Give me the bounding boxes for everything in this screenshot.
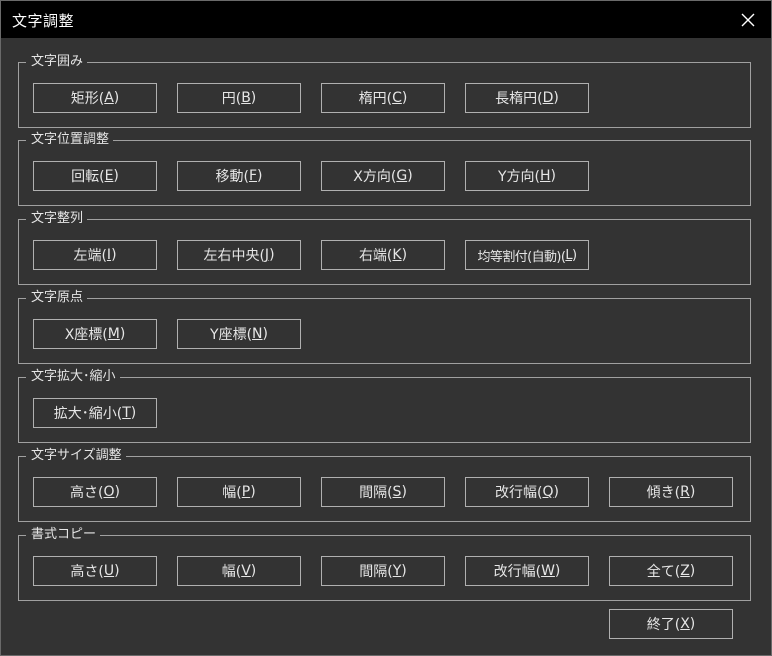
- title-bar: 文字調整: [1, 1, 771, 38]
- height-button[interactable]: 高さ(O): [33, 477, 157, 507]
- copy-all-button[interactable]: 全て(Z): [609, 556, 733, 586]
- dialog-window: 文字調整 文字囲み 矩形(A) 円(B) 楕円(C) 長楕円(D) 文字位置調整…: [0, 0, 772, 656]
- x-coordinate-button[interactable]: X座標(M): [33, 319, 157, 349]
- group-text-size: 文字サイズ調整 高さ(O) 幅(P) 間隔(S) 改行幅(Q) 傾き(R): [18, 448, 751, 522]
- align-right-button[interactable]: 右端(K): [321, 240, 445, 270]
- align-left-button[interactable]: 左端(I): [33, 240, 157, 270]
- group-text-position: 文字位置調整 回転(E) 移動(F) X方向(G) Y方向(H): [18, 132, 751, 206]
- group-format-copy: 書式コピー 高さ(U) 幅(V) 間隔(Y) 改行幅(W) 全て(Z): [18, 527, 751, 601]
- align-center-button[interactable]: 左右中央(J): [177, 240, 301, 270]
- copy-width-button[interactable]: 幅(V): [177, 556, 301, 586]
- group-label: 書式コピー: [26, 527, 101, 543]
- window-title: 文字調整: [12, 12, 75, 30]
- long-ellipse-button[interactable]: 長楕円(D): [465, 83, 589, 113]
- group-label: 文字サイズ調整: [26, 448, 126, 464]
- group-text-scale: 文字拡大･縮小 拡大･縮小(T): [18, 369, 751, 443]
- width-button[interactable]: 幅(P): [177, 477, 301, 507]
- copy-line-spacing-button[interactable]: 改行幅(W): [465, 556, 589, 586]
- y-direction-button[interactable]: Y方向(H): [465, 161, 589, 191]
- close-button[interactable]: [725, 1, 771, 38]
- rotate-button[interactable]: 回転(E): [33, 161, 157, 191]
- x-direction-button[interactable]: X方向(G): [321, 161, 445, 191]
- move-button[interactable]: 移動(F): [177, 161, 301, 191]
- group-label: 文字位置調整: [26, 132, 114, 148]
- spacing-button[interactable]: 間隔(S): [321, 477, 445, 507]
- group-text-origin: 文字原点 X座標(M) Y座標(N): [18, 290, 751, 364]
- copy-spacing-button[interactable]: 間隔(Y): [321, 556, 445, 586]
- line-spacing-button[interactable]: 改行幅(Q): [465, 477, 589, 507]
- group-label: 文字囲み: [26, 54, 88, 70]
- group-label: 文字拡大･縮小: [26, 369, 120, 385]
- ellipse-button[interactable]: 楕円(C): [321, 83, 445, 113]
- group-label: 文字原点: [26, 290, 88, 306]
- exit-button[interactable]: 終了(X): [609, 609, 733, 639]
- group-text-alignment: 文字整列 左端(I) 左右中央(J) 右端(K) 均等割付(自動)(L): [18, 211, 751, 285]
- slant-button[interactable]: 傾き(R): [609, 477, 733, 507]
- scale-button[interactable]: 拡大･縮小(T): [33, 398, 157, 428]
- circle-button[interactable]: 円(B): [177, 83, 301, 113]
- copy-height-button[interactable]: 高さ(U): [33, 556, 157, 586]
- close-icon: [741, 13, 755, 26]
- justify-auto-button[interactable]: 均等割付(自動)(L): [465, 240, 589, 270]
- group-text-enclosure: 文字囲み 矩形(A) 円(B) 楕円(C) 長楕円(D): [18, 54, 751, 128]
- group-label: 文字整列: [26, 211, 88, 227]
- rectangle-button[interactable]: 矩形(A): [33, 83, 157, 113]
- y-coordinate-button[interactable]: Y座標(N): [177, 319, 301, 349]
